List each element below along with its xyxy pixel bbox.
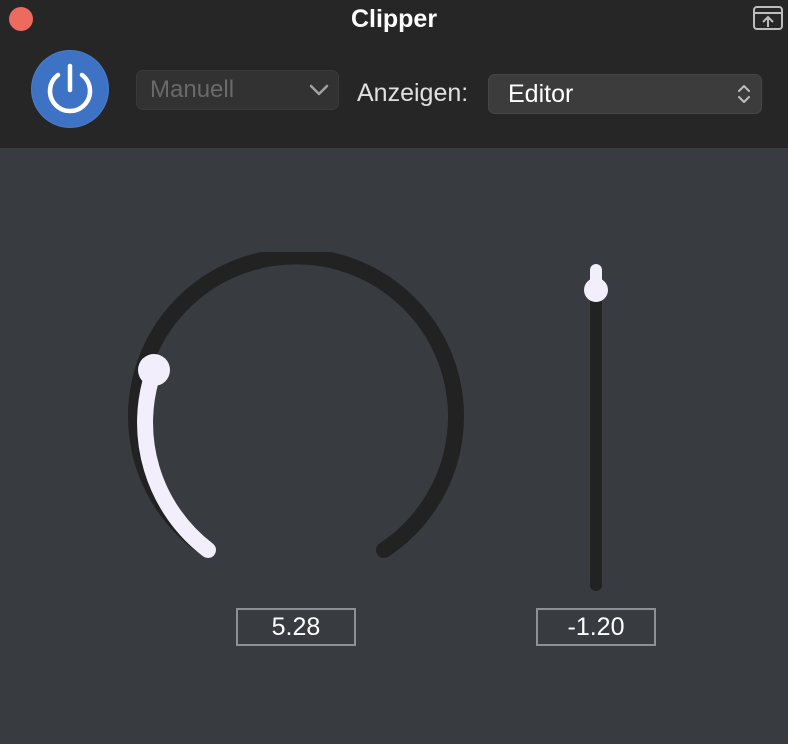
title-bar: Clipper Manuell Anzeigen: Editor xyxy=(0,0,788,148)
knob-track xyxy=(128,252,464,558)
window-title: Clipper xyxy=(350,5,438,33)
view-label: Anzeigen: xyxy=(357,79,469,107)
knob-value-field[interactable]: 5.28 xyxy=(236,608,356,646)
chevron-down-icon xyxy=(309,84,329,96)
gain-knob[interactable] xyxy=(120,252,470,572)
knob-fill xyxy=(137,362,216,558)
view-dropdown[interactable]: Editor xyxy=(488,74,762,114)
view-toggle-icon[interactable] xyxy=(752,5,784,31)
preset-dropdown[interactable]: Manuell xyxy=(136,70,339,110)
preset-label: Manuell xyxy=(150,76,235,103)
slider-value-field[interactable]: -1.20 xyxy=(536,608,656,646)
output-slider[interactable] xyxy=(570,255,620,595)
power-icon xyxy=(47,63,93,114)
knob-handle[interactable] xyxy=(138,354,170,386)
slider-handle[interactable] xyxy=(584,278,608,302)
view-value: Editor xyxy=(508,80,574,108)
chevron-updown-icon xyxy=(738,85,750,103)
power-button[interactable] xyxy=(31,50,109,128)
